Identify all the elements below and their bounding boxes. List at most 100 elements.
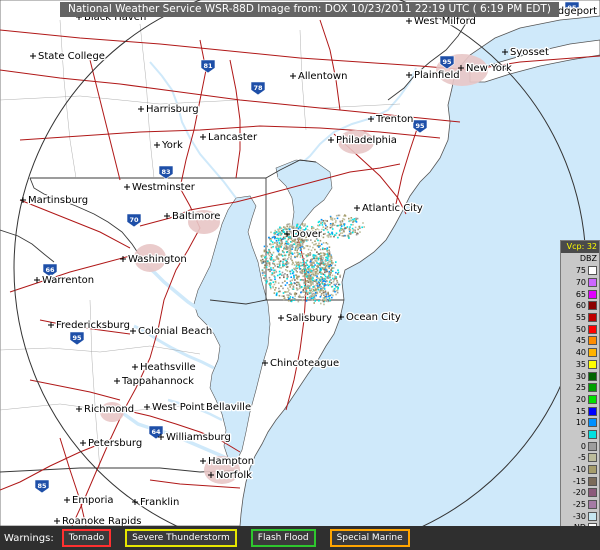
- legend-row: 60: [561, 300, 599, 312]
- legend-value: 70: [575, 278, 586, 288]
- radar-echo: [315, 268, 318, 271]
- radar-echo: [350, 223, 352, 226]
- radar-echo: [284, 235, 287, 238]
- radar-echo: [306, 297, 309, 299]
- legend-swatch: [588, 465, 597, 475]
- radar-echo: [309, 254, 311, 256]
- radar-echo: [261, 258, 264, 261]
- radar-echo: [327, 257, 329, 259]
- radar-echo: [274, 278, 276, 280]
- flash-flood-warning-button[interactable]: Flash Flood: [250, 529, 316, 547]
- radar-echo: [285, 240, 287, 243]
- radar-echo: [316, 262, 318, 264]
- radar-echo: [327, 255, 330, 257]
- radar-echo: [319, 239, 322, 242]
- radar-echo: [322, 242, 325, 244]
- radar-echo: [299, 256, 302, 258]
- radar-echo: [273, 292, 276, 294]
- radar-echo: [312, 297, 314, 300]
- radar-echo: [292, 272, 294, 275]
- radar-echo: [310, 270, 313, 272]
- radar-echo: [261, 269, 264, 272]
- radar-echo: [341, 235, 343, 237]
- city-label-lancaster: Lancaster: [208, 132, 258, 143]
- radar-echo: [313, 274, 315, 277]
- radar-echo: [352, 218, 354, 221]
- radar-echo: [311, 288, 313, 290]
- radar-echo: [322, 291, 325, 294]
- radar-echo: [280, 253, 282, 256]
- radar-echo: [292, 296, 294, 299]
- radar-echo: [334, 234, 336, 236]
- radar-echo: [296, 241, 299, 244]
- radar-echo: [315, 257, 318, 260]
- radar-echo: [272, 243, 274, 245]
- radar-echo: [270, 257, 273, 259]
- radar-echo: [276, 292, 278, 294]
- radar-echo: [350, 217, 353, 219]
- legend-value: 55: [575, 313, 586, 323]
- radar-echo: [303, 281, 306, 283]
- radar-echo: [291, 287, 294, 290]
- radar-echo: [324, 260, 327, 263]
- radar-echo: [281, 271, 284, 274]
- radar-echo: [328, 260, 330, 263]
- legend-swatch: [588, 348, 597, 358]
- radar-echo: [334, 221, 337, 224]
- severe-thunderstorm-warning-button[interactable]: Severe Thunderstorm: [125, 529, 237, 547]
- radar-echo: [303, 225, 305, 227]
- radar-echo: [278, 260, 280, 263]
- legend-row: 50: [561, 323, 599, 335]
- radar-echo: [296, 277, 298, 279]
- radar-echo: [283, 254, 286, 257]
- radar-echo: [326, 226, 329, 228]
- radar-echo: [314, 248, 316, 251]
- radar-echo: [279, 226, 281, 229]
- radar-echo: [268, 262, 271, 264]
- radar-echo: [350, 219, 352, 222]
- radar-echo: [266, 264, 268, 266]
- radar-echo: [331, 226, 333, 228]
- radar-echo: [291, 240, 294, 242]
- radar-echo: [340, 225, 343, 227]
- radar-echo: [318, 281, 320, 284]
- city-label-allentown: Allentown: [298, 71, 347, 82]
- radar-echo: [320, 256, 323, 259]
- radar-echo: [327, 251, 329, 254]
- radar-echo: [325, 257, 328, 259]
- radar-echo: [320, 221, 323, 224]
- radar-echo: [274, 269, 277, 272]
- legend-row: 35: [561, 359, 599, 371]
- radar-echo: [265, 280, 268, 282]
- city-label-petersburg: Petersburg: [88, 438, 142, 449]
- radar-echo: [328, 246, 331, 248]
- radar-echo: [320, 302, 322, 305]
- radar-echo: [316, 292, 319, 295]
- radar-echo: [288, 284, 291, 286]
- radar-echo: [279, 264, 281, 267]
- radar-echo: [336, 279, 338, 282]
- legend-row: 0: [561, 440, 599, 452]
- radar-echo: [313, 266, 315, 268]
- radar-echo: [272, 245, 274, 248]
- radar-echo: [331, 296, 333, 299]
- radar-echo: [314, 274, 317, 277]
- radar-echo: [319, 279, 321, 281]
- radar-echo: [301, 299, 304, 302]
- radar-echo: [274, 289, 276, 291]
- radar-echo: [287, 296, 289, 299]
- radar-echo: [308, 285, 311, 287]
- radar-echo: [294, 295, 296, 297]
- radar-echo: [321, 224, 324, 226]
- tornado-warning-button[interactable]: Tornado: [61, 529, 112, 547]
- radar-echo: [362, 222, 364, 224]
- radar-echo: [363, 226, 365, 228]
- radar-echo: [274, 265, 276, 267]
- legend-value: 15: [575, 406, 586, 416]
- radar-echo: [336, 217, 339, 220]
- radar-echo: [356, 217, 359, 220]
- city-label-martinsburg: Martinsburg: [28, 195, 88, 206]
- radar-echo: [273, 275, 276, 277]
- special-marine-warning-button[interactable]: Special Marine: [329, 529, 410, 547]
- radar-echo: [337, 224, 339, 227]
